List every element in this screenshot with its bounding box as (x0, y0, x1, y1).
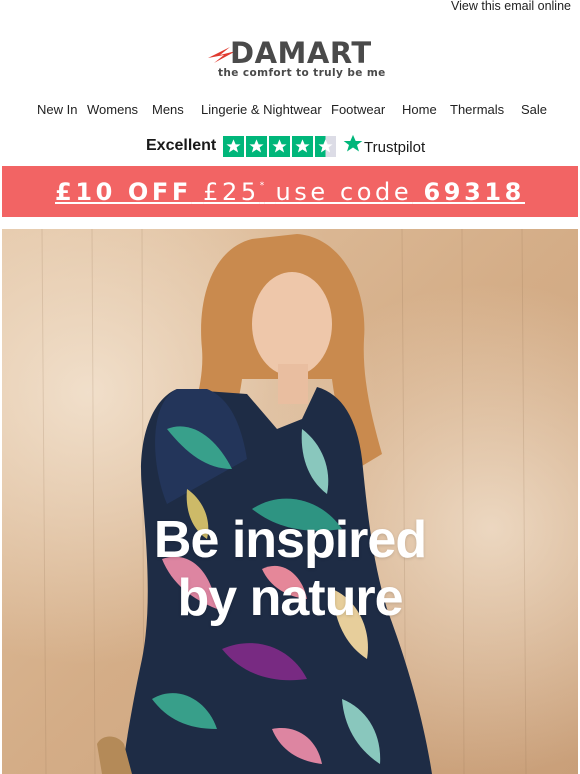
brand-name: DAMART (230, 36, 372, 70)
hero-line-2: by nature (177, 569, 403, 627)
promo-threshold: £25 (203, 177, 260, 206)
star-icon (223, 136, 244, 157)
nav-item-sale[interactable]: Sale (521, 102, 547, 117)
hero-headline: Be inspired by nature (2, 511, 578, 627)
main-nav: New In Womens Mens Lingerie & Nightwear … (0, 102, 580, 120)
trustpilot-rating[interactable]: Excellent Trustpilot (0, 134, 580, 159)
view-online-link[interactable]: View this email online (451, 0, 571, 13)
rating-word: Excellent (146, 137, 217, 154)
nav-item-footwear[interactable]: Footwear (331, 102, 385, 117)
star-icon (292, 136, 313, 157)
promo-banner[interactable]: £10 OFF £25* use code 69318 (2, 166, 578, 217)
promo-code: 69318 (423, 177, 525, 206)
promo-asterisk: * (259, 180, 265, 191)
hero-photo (2, 229, 578, 774)
nav-item-lingerie-nightwear[interactable]: Lingerie & Nightwear (201, 102, 322, 117)
nav-item-mens[interactable]: Mens (152, 102, 184, 117)
half-star-icon (315, 136, 336, 157)
trustpilot-name: Trustpilot (364, 139, 426, 156)
nav-item-home[interactable]: Home (402, 102, 437, 117)
nav-item-womens[interactable]: Womens (87, 102, 138, 117)
promo-text: £10 OFF £25* use code 69318 (55, 178, 525, 206)
top-bar: View this email online (0, 0, 580, 14)
nav-item-thermals[interactable]: Thermals (450, 102, 504, 117)
hero-line-1: Be inspired (153, 511, 427, 569)
promo-amount: £10 OFF (55, 177, 192, 206)
hero-banner[interactable]: Be inspired by nature (2, 229, 578, 774)
brand-tagline: the comfort to truly be me (218, 67, 386, 79)
star-icon (269, 136, 290, 157)
star-icon (246, 136, 267, 157)
rating-stars (223, 136, 336, 157)
trustpilot-star-icon (343, 134, 363, 152)
brand-logo[interactable]: DAMART the comfort to truly be me (0, 36, 580, 82)
promo-use-code: use code (275, 177, 413, 206)
nav-item-new-in[interactable]: New In (37, 102, 77, 117)
